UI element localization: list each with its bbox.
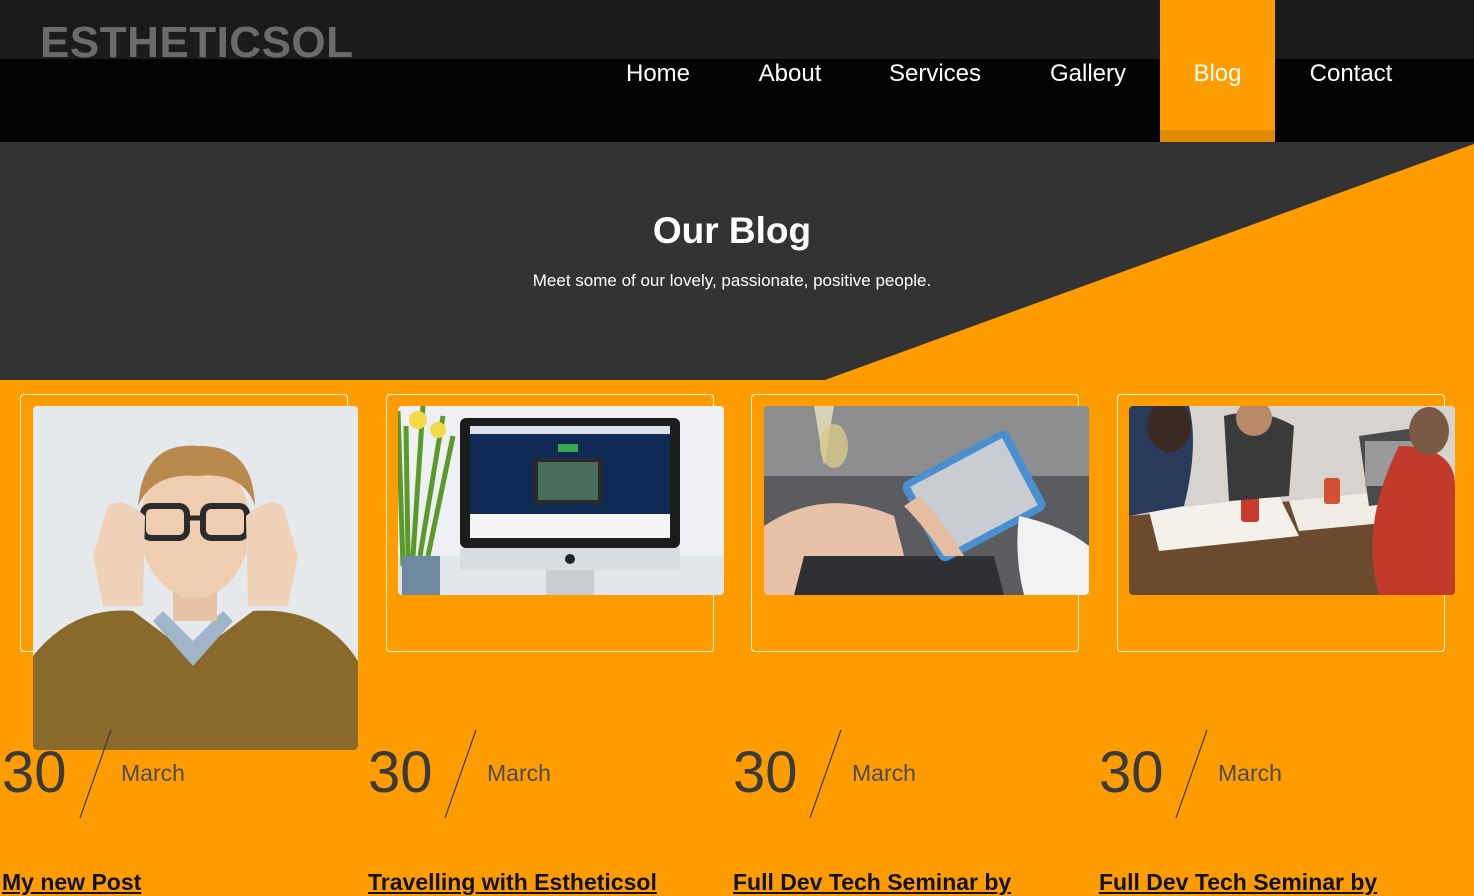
nav-contact[interactable]: Contact <box>1292 0 1410 142</box>
nav-gallery[interactable]: Gallery <box>1032 0 1144 142</box>
main-nav: Home About Services Gallery Blog Contact <box>0 0 1474 142</box>
date-divider-slash <box>444 729 477 819</box>
date-divider-slash <box>79 729 112 819</box>
post-date-day: 30 <box>368 740 433 805</box>
nav-blog-label: Blog <box>1193 60 1242 87</box>
hero-diagonal-background <box>0 142 1474 380</box>
team-meeting-photo[interactable] <box>1129 406 1455 595</box>
post-date-day: 30 <box>2 740 67 805</box>
nav-about[interactable]: About <box>740 0 840 142</box>
page-subtitle: Meet some of our lovely, passionate, pos… <box>532 271 932 290</box>
nav-about-label: About <box>758 60 822 87</box>
blog-hero: Our Blog Meet some of our lovely, passio… <box>0 142 1474 380</box>
post-date-month: March <box>487 760 551 786</box>
nav-contact-label: Contact <box>1309 60 1393 87</box>
post-title-link[interactable]: Full Dev Tech Seminar by <box>1099 869 1377 896</box>
post-date-day: 30 <box>1099 740 1164 805</box>
post-date-month: March <box>1218 760 1282 786</box>
imac-desktop-photo[interactable] <box>398 406 724 595</box>
post-date-month: March <box>852 760 916 786</box>
date-divider-slash <box>809 729 842 819</box>
nav-gallery-label: Gallery <box>1049 60 1127 87</box>
post-title-link[interactable]: My new Post <box>2 869 141 896</box>
date-divider-slash <box>1175 729 1208 819</box>
man-with-glasses-photo[interactable] <box>33 406 358 750</box>
tablet-hands-photo[interactable] <box>764 406 1089 595</box>
nav-home-label: Home <box>625 60 691 87</box>
nav-home[interactable]: Home <box>610 0 706 142</box>
nav-blog[interactable]: Blog <box>1160 0 1275 142</box>
nav-services[interactable]: Services <box>872 0 998 142</box>
post-title-link[interactable]: Travelling with Estheticsol <box>368 869 657 896</box>
page-title: Our Blog <box>652 210 812 251</box>
post-date-month: March <box>121 760 185 786</box>
post-title-link[interactable]: Full Dev Tech Seminar by <box>733 869 1011 896</box>
nav-services-label: Services <box>888 60 982 87</box>
post-date-day: 30 <box>733 740 798 805</box>
